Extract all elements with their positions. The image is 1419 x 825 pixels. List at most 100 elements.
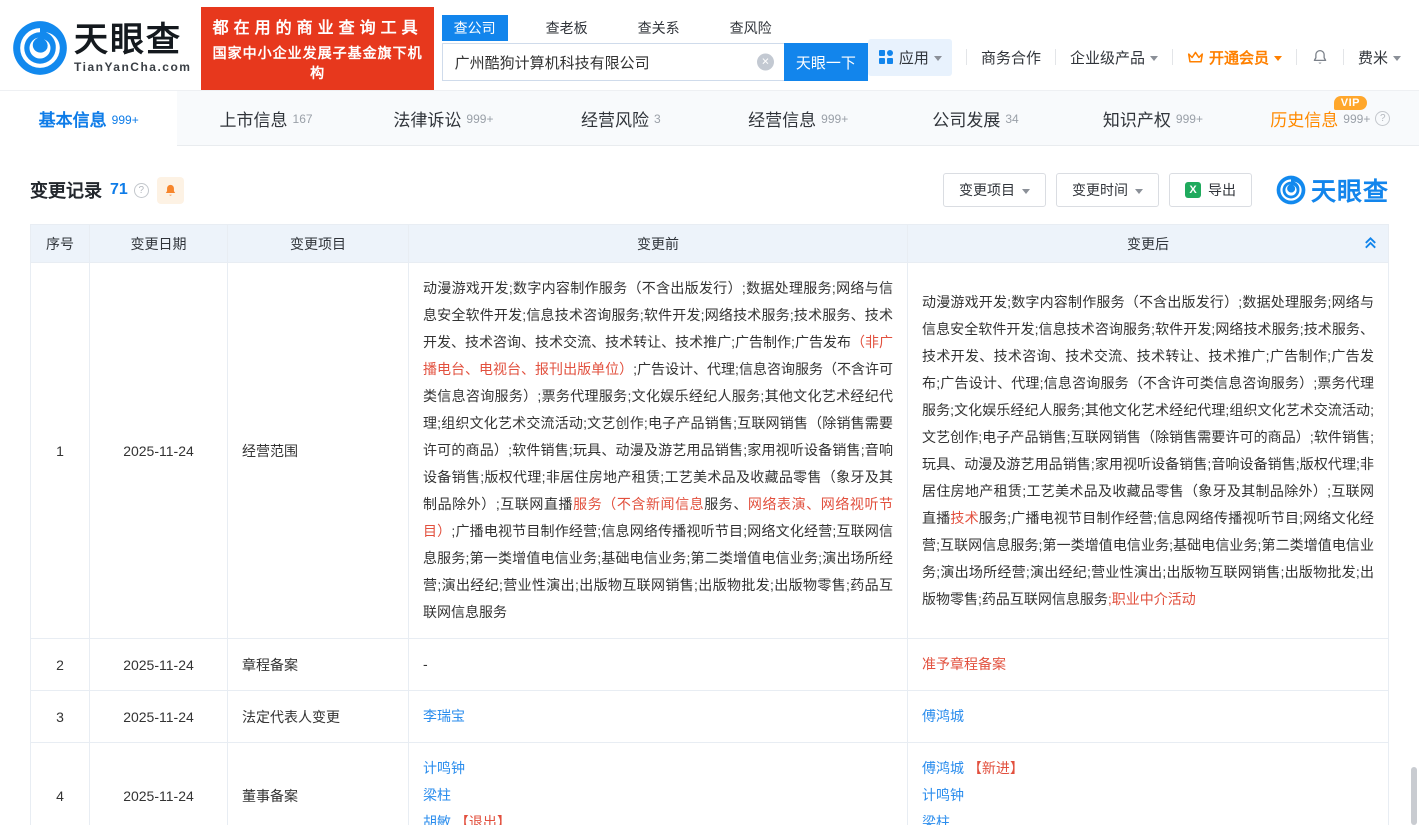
person-link[interactable]: 胡敏 xyxy=(423,814,455,825)
tab-ip[interactable]: 知识产权999+ xyxy=(1064,91,1241,145)
tab-label: 基本信息 xyxy=(39,106,107,131)
watermark-text: 天眼查 xyxy=(1311,172,1389,208)
person-link[interactable]: 傅鸿城 xyxy=(922,760,968,776)
tab-label: 历史信息 xyxy=(1270,106,1338,131)
divider xyxy=(1296,49,1297,65)
divider xyxy=(1055,49,1056,65)
filter-change-time-button[interactable]: 变更时间 xyxy=(1056,173,1159,207)
promo-line2: 国家中小企业发展子基金旗下机构 xyxy=(211,43,423,83)
clear-search-icon[interactable]: × xyxy=(757,54,774,71)
tab-label: 上市信息 xyxy=(220,106,288,131)
filter-change-time-label: 变更时间 xyxy=(1072,180,1128,200)
cell-after: 傅鸿城 xyxy=(908,691,1389,743)
person-link[interactable]: 计鸣钟 xyxy=(922,787,964,803)
person-link[interactable]: 李瑞宝 xyxy=(423,708,465,724)
nav-open-vip-label: 开通会员 xyxy=(1209,47,1269,68)
cell-date: 2025-11-24 xyxy=(90,639,228,691)
search-tab-relation[interactable]: 查关系 xyxy=(626,15,692,41)
tab-count: 999+ xyxy=(1176,112,1203,126)
nav-cooperation[interactable]: 商务合作 xyxy=(981,47,1041,68)
search-tab-boss[interactable]: 查老板 xyxy=(534,15,600,41)
change-table-body: 12025-11-24经营范围动漫游戏开发;数字内容制作服务（不含出版发行）;数… xyxy=(31,263,1389,825)
nav-apps[interactable]: 应用 xyxy=(868,39,952,76)
cell-no: 4 xyxy=(31,743,90,825)
collapse-icon[interactable] xyxy=(1363,235,1378,253)
table-header-row: 序号变更日期变更项目变更前变更后 xyxy=(31,225,1389,263)
section-count: 71 xyxy=(110,181,128,199)
chevron-down-icon xyxy=(934,56,942,61)
cell-before: 李瑞宝 xyxy=(409,691,908,743)
filter-change-item-button[interactable]: 变更项目 xyxy=(943,173,1046,207)
tab-basic[interactable]: 基本信息999+ xyxy=(0,91,177,146)
cell-after: 准予章程备案 xyxy=(908,639,1389,691)
cell-date: 2025-11-24 xyxy=(90,743,228,825)
change-record-section-header: 变更记录 71 ? 变更项目 变更时间 X 导出 天眼查 xyxy=(30,172,1389,208)
tab-count: 3 xyxy=(654,112,661,126)
cell-text: 服务、 xyxy=(704,496,748,512)
promo-banner: 都在用的商业查询工具 国家中小企业发展子基金旗下机构 xyxy=(201,7,433,90)
search-input[interactable] xyxy=(443,44,784,80)
cell-no: 2 xyxy=(31,639,90,691)
diff-text: 【新进】 xyxy=(968,760,1024,776)
help-icon[interactable]: ? xyxy=(134,183,149,198)
nav-cooperation-label: 商务合作 xyxy=(981,47,1041,68)
search-tab-risk[interactable]: 查风险 xyxy=(718,15,784,41)
search-tabs: 查公司查老板查关系查风险 xyxy=(442,15,868,41)
tianyancha-logo[interactable]: 天眼查 TianYanCha.com xyxy=(12,20,191,76)
promo-line1: 都在用的商业查询工具 xyxy=(211,14,423,38)
tab-label: 法律诉讼 xyxy=(393,106,461,131)
search-button[interactable]: 天眼一下 xyxy=(784,43,868,81)
tab-count: 999+ xyxy=(466,112,493,126)
divider xyxy=(966,49,967,65)
scrollbar-thumb[interactable] xyxy=(1411,767,1417,825)
tianyancha-watermark: 天眼查 xyxy=(1276,172,1389,208)
nav-user[interactable]: 费米 xyxy=(1358,47,1401,68)
notifications-button[interactable] xyxy=(1311,48,1329,66)
table-row: 12025-11-24经营范围动漫游戏开发;数字内容制作服务（不含出版发行）;数… xyxy=(31,263,1389,639)
apps-grid-icon xyxy=(878,49,894,65)
change-record-table: 序号变更日期变更项目变更前变更后 12025-11-24经营范围动漫游戏开发;数… xyxy=(30,224,1389,825)
tab-count: 999+ xyxy=(821,112,848,126)
tab-listing[interactable]: 上市信息 167 xyxy=(177,91,354,145)
cell-before: 计鸣钟梁柱胡敏 【退出】 xyxy=(409,743,908,825)
top-header: 天眼查 TianYanCha.com 都在用的商业查询工具 国家中小企业发展子基… xyxy=(0,0,1419,90)
cell-item: 董事备案 xyxy=(228,743,409,825)
table-row: 42025-11-24董事备案计鸣钟梁柱胡敏 【退出】傅鸿城 【新进】计鸣钟梁柱 xyxy=(31,743,1389,825)
tab-lawsuit[interactable]: 法律诉讼 999+ xyxy=(355,91,532,145)
section-title: 变更记录 xyxy=(30,177,102,203)
cell-before: 动漫游戏开发;数字内容制作服务（不含出版发行）;数据处理服务;网络与信息安全软件… xyxy=(409,263,908,639)
nav-apps-label: 应用 xyxy=(899,47,929,68)
cell-text: ;广告设计、代理;信息咨询服务（不含许可类信息咨询服务）;票务代理服务;文化娱乐… xyxy=(423,361,893,512)
col-header-item: 变更项目 xyxy=(228,225,409,263)
cell-no: 1 xyxy=(31,263,90,639)
diff-text: 技术 xyxy=(950,510,978,526)
brand-name: 天眼查 xyxy=(74,23,191,57)
person-link[interactable]: 傅鸿城 xyxy=(922,708,964,724)
nav-open-vip[interactable]: 开通会员 xyxy=(1187,47,1282,68)
tab-operating[interactable]: 经营信息999+ xyxy=(710,91,887,145)
export-button[interactable]: X 导出 xyxy=(1169,173,1252,207)
tab-count: 167 xyxy=(293,112,313,126)
diff-text: 准予章程备案 xyxy=(922,656,1006,672)
search-area: 查公司查老板查关系查风险 × 天眼一下 xyxy=(442,15,868,81)
table-row: 32025-11-24法定代表人变更李瑞宝傅鸿城 xyxy=(31,691,1389,743)
tab-history[interactable]: 历史信息999+VIP? xyxy=(1242,91,1419,145)
tab-risk[interactable]: 经营风险3 xyxy=(532,91,709,145)
cell-after: 动漫游戏开发;数字内容制作服务（不含出版发行）;数据处理服务;网络与信息安全软件… xyxy=(908,263,1389,639)
help-icon[interactable]: ? xyxy=(1375,111,1390,126)
person-link[interactable]: 梁柱 xyxy=(423,787,451,803)
filter-change-item-label: 变更项目 xyxy=(959,180,1015,200)
monitor-bell-button[interactable] xyxy=(157,177,184,204)
cell-item: 法定代表人变更 xyxy=(228,691,409,743)
cell-no: 3 xyxy=(31,691,90,743)
export-label: 导出 xyxy=(1208,180,1236,200)
search-tab-company[interactable]: 查公司 xyxy=(442,15,508,41)
person-link[interactable]: 梁柱 xyxy=(922,814,950,825)
company-tab-bar: 基本信息999+上市信息167法律诉讼999+经营风险3经营信息999+公司发展… xyxy=(0,90,1419,146)
person-link[interactable]: 计鸣钟 xyxy=(423,760,465,776)
diff-text: 服务（不含新闻信息 xyxy=(573,496,704,512)
col-header-no: 序号 xyxy=(31,225,90,263)
divider xyxy=(1172,49,1173,65)
tab-development[interactable]: 公司发展34 xyxy=(887,91,1064,145)
nav-enterprise[interactable]: 企业级产品 xyxy=(1070,47,1158,68)
